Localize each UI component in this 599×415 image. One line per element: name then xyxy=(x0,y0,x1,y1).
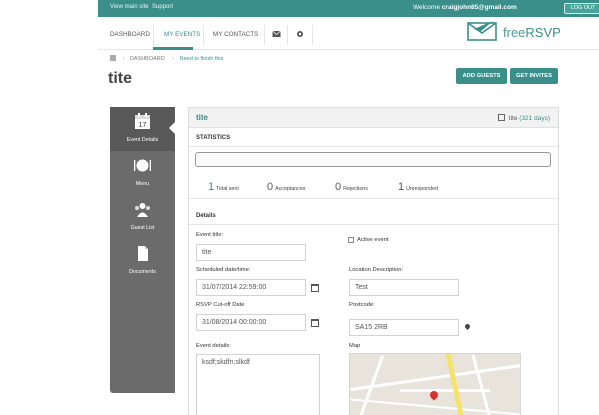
sidebar-item-label: Guest List xyxy=(130,225,155,231)
breadcrumb-current[interactable]: Need to finish this xyxy=(180,56,224,62)
stat-total-sent: 1 Total sent xyxy=(208,177,239,195)
nav-my-contacts[interactable]: MY CONTACTS xyxy=(213,31,258,38)
nav-divider xyxy=(203,25,204,45)
brand-prefix: free xyxy=(503,25,526,40)
event-details-label: Event details: xyxy=(196,343,231,349)
stat-value: 0 xyxy=(267,181,274,193)
stat-acceptances: 0 Acceptances xyxy=(267,177,305,195)
statistics-heading: STATISTICS xyxy=(196,135,231,141)
scheduled-datetime-input[interactable]: 31/07/2014 22:59:00 xyxy=(196,279,306,296)
cutoff-date-input[interactable]: 31/08/2014 00:00:00 xyxy=(196,314,306,331)
event-details-textarea[interactable]: ksdf;skdfn;slkdf xyxy=(196,354,320,415)
event-title-heading: tite xyxy=(196,113,208,122)
sidebar-active-pointer xyxy=(169,122,175,134)
page-title: tite xyxy=(108,70,132,87)
nav-divider xyxy=(264,25,265,45)
map-label: Map xyxy=(349,343,361,349)
map-road xyxy=(350,398,520,415)
nav-divider xyxy=(153,25,154,45)
brand-name[interactable]: freeRSVP xyxy=(503,25,561,40)
sidebar-item-label: Documents xyxy=(129,269,156,275)
sidebar-item-guest-list[interactable]: Guest List xyxy=(110,195,175,239)
welcome-text: Welcome craigjohn85@gmail.com xyxy=(413,4,517,11)
location-label: Location Description: xyxy=(349,267,404,273)
event-title-input[interactable]: tite xyxy=(196,244,306,261)
location-pin-icon[interactable] xyxy=(463,322,472,331)
calendar-badge: 17 xyxy=(139,122,147,129)
details-heading: Details xyxy=(196,213,216,219)
welcome-prefix: Welcome xyxy=(413,4,440,11)
logout-button[interactable]: LOG OUT xyxy=(564,3,599,14)
postcode-label: Postcode: xyxy=(349,302,375,308)
stat-value: 1 xyxy=(208,181,215,193)
event-countdown: tite (321 days) xyxy=(497,114,550,122)
home-icon[interactable] xyxy=(110,55,116,61)
stat-label: Acceptances xyxy=(275,186,306,192)
sidebar-item-label: Menu xyxy=(135,181,150,187)
section-divider xyxy=(189,224,558,225)
event-panel: tite tite (321 days) STATISTICS 1 Total s… xyxy=(188,107,559,415)
location-input[interactable]: Test xyxy=(349,279,459,296)
brand-suffix: RSVP xyxy=(525,25,561,40)
calendar-icon[interactable] xyxy=(311,319,319,327)
stat-value: 0 xyxy=(335,181,342,193)
add-guests-button[interactable]: ADD GUESTS xyxy=(456,68,507,84)
cutoff-label: RSVP Cut-off Date xyxy=(196,302,245,308)
breadcrumb-separator: › xyxy=(172,56,175,62)
stat-unresponded: 1 Unresponded xyxy=(398,177,438,195)
panel-header: tite tite (321 days) xyxy=(189,108,558,128)
nav-my-events[interactable]: MY EVENTS xyxy=(164,31,200,38)
map-road xyxy=(400,389,490,392)
nav-active-indicator xyxy=(153,47,193,50)
support-link[interactable]: Support xyxy=(152,4,173,10)
event-title-label: Event title: xyxy=(196,232,224,238)
view-main-site-link[interactable]: View main site xyxy=(110,4,149,10)
stat-label: Rejections xyxy=(343,186,368,192)
stat-rejections: 0 Rejections xyxy=(335,177,368,195)
scheduled-label: Scheduled date/time: xyxy=(196,267,251,273)
breadcrumb-dashboard[interactable]: DASHBOARD xyxy=(130,56,165,62)
nav-divider xyxy=(287,25,288,45)
stat-value: 1 xyxy=(398,181,405,193)
event-sidebar: 17 Event Details Menu Guest List Documen… xyxy=(110,107,175,393)
dinner-plate-icon xyxy=(134,159,151,172)
get-invites-button[interactable]: GET INVITES xyxy=(510,68,558,84)
event-days-left: (321 days) xyxy=(519,115,550,122)
document-icon xyxy=(138,246,148,261)
people-icon xyxy=(135,203,150,217)
sidebar-item-label: Event Details xyxy=(126,137,159,143)
postcode-input[interactable]: SA15 2RB xyxy=(349,319,459,336)
calendar-icon: 17 xyxy=(135,113,150,129)
top-bar: View main site Support Welcome craigjohn… xyxy=(98,0,599,17)
active-event-label: Active event xyxy=(357,237,389,243)
section-divider xyxy=(189,198,558,199)
nav-divider xyxy=(312,25,313,45)
nav-dashboard[interactable]: DASHBOARD xyxy=(110,31,150,38)
freersvp-logo-icon[interactable] xyxy=(466,20,498,42)
sidebar-item-event-details[interactable]: 17 Event Details xyxy=(110,107,175,151)
calendar-icon xyxy=(497,114,505,121)
gear-icon[interactable] xyxy=(296,30,304,40)
map-main-road xyxy=(444,354,467,415)
location-map[interactable] xyxy=(349,353,521,415)
calendar-icon[interactable] xyxy=(311,284,319,292)
stat-label: Total sent xyxy=(216,186,239,192)
breadcrumb-separator: › xyxy=(122,56,125,62)
mail-icon[interactable] xyxy=(272,30,281,40)
username: craigjohn85@gmail.com xyxy=(441,4,517,11)
map-road xyxy=(471,354,492,415)
active-event-checkbox[interactable] xyxy=(348,237,354,243)
sidebar-item-documents[interactable]: Documents xyxy=(110,239,175,283)
stat-label: Unresponded xyxy=(406,186,438,192)
rsvp-progress-bar xyxy=(195,152,551,167)
event-meta-name: tite xyxy=(508,115,518,122)
sidebar-item-menu[interactable]: Menu xyxy=(110,151,175,195)
breadcrumb: › DASHBOARD › Need to finish this xyxy=(110,55,229,62)
section-divider xyxy=(189,146,558,147)
